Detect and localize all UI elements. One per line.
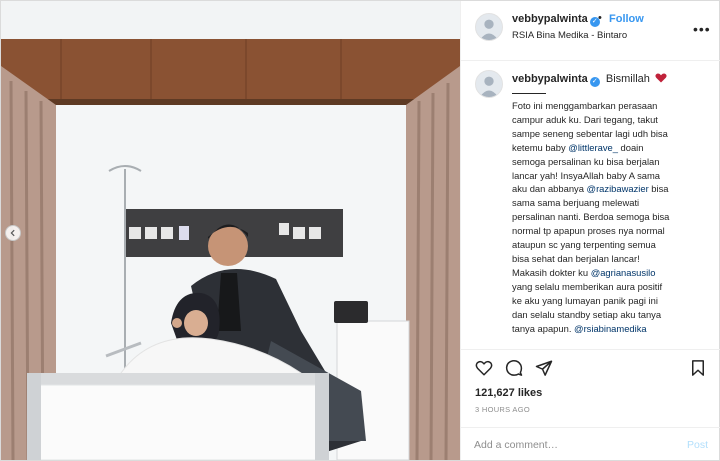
caption-avatar[interactable]	[475, 70, 503, 98]
mention-link[interactable]: @rsiabinamedika	[574, 323, 647, 334]
carousel-previous-button[interactable]	[5, 225, 21, 241]
bookmark-icon	[692, 360, 704, 376]
caption-line: semoga persalinan ku bisa berjalan	[512, 155, 712, 169]
comment-icon	[505, 360, 523, 376]
verified-badge-icon: ✓	[589, 77, 600, 87]
caption-line: lancar yah! InsyaAllah baby A sama	[512, 169, 712, 183]
caption-text-segment: doain	[617, 141, 644, 153]
comment-bar: Post	[461, 427, 720, 460]
avatar[interactable]	[475, 13, 503, 41]
caption-line: normal tp apapun proses nya normal	[512, 224, 712, 238]
more-options-icon[interactable]: •••	[693, 21, 711, 37]
post-timestamp[interactable]: 3 HOURS AGO	[475, 405, 530, 414]
share-icon	[535, 360, 553, 376]
caption-text-segment: normal tp apapun proses nya normal	[512, 225, 665, 237]
caption-text-segment: tanya apapun.	[512, 322, 575, 334]
mention-link[interactable]: @agrianasusilo	[591, 267, 656, 278]
hospital-room-image	[1, 1, 460, 460]
caption-line: tanya apapun. @rsiabinamedika	[512, 322, 712, 336]
caption-section: vebbypalwinta ✓ Bismillah Foto ini mengga…	[461, 62, 720, 350]
post-comment-button[interactable]: Post	[687, 439, 708, 451]
comment-button[interactable]	[505, 359, 523, 377]
save-button[interactable]	[689, 359, 707, 377]
red-heart-emoji-icon	[655, 73, 667, 83]
caption-line: yang selalu memberikan aura positif	[512, 280, 712, 294]
heart-icon	[475, 360, 493, 376]
caption-text-segment: semoga persalinan ku bisa berjalan	[512, 155, 660, 167]
caption-text: Foto ini menggambarkan perasaan campur ad…	[512, 99, 712, 335]
caption-text-segment: Foto ini menggambarkan perasaan	[512, 100, 658, 111]
caption-line: Makasih dokter ku @agrianasusilo	[512, 266, 712, 280]
separator-dot: •	[598, 12, 602, 24]
caption-text-segment: bisa	[648, 183, 669, 195]
caption-text-segment: yang selalu memberikan aura positif	[512, 280, 663, 292]
caption-text-segment: lancar yah! InsyaAllah baby A sama	[512, 169, 661, 181]
caption-first-word: Bismillah	[605, 73, 650, 85]
caption-line: ke aku yang lumayan panik pagi ini	[512, 294, 712, 308]
chevron-left-icon	[10, 229, 15, 237]
post-header: vebbypalwinta ✓ • Follow RSIA Bina Medika…	[461, 1, 720, 61]
avatar-image	[476, 14, 502, 40]
caption-text-segment: Makasih dokter ku	[512, 266, 591, 278]
post-details-panel: vebbypalwinta ✓ • Follow RSIA Bina Medika…	[460, 1, 720, 460]
caption-username[interactable]: vebbypalwinta	[512, 73, 588, 85]
caption-line: Foto ini menggambarkan perasaan	[512, 99, 712, 113]
follow-button[interactable]: Follow	[609, 13, 644, 25]
header-username[interactable]: vebbypalwinta ✓	[512, 13, 600, 27]
caption-text-segment: sama sama berjuang melewati	[512, 197, 640, 209]
caption-line: persalinan nanti. Berdoa semoga bisa	[512, 210, 712, 224]
caption-text-segment: ke aku yang lumayan panik pagi ini	[512, 294, 658, 306]
caption-text-segment: ketemu baby	[512, 141, 569, 153]
caption-text-segment: aku dan abbanya	[512, 183, 587, 195]
caption-line: campur aduk ku. Dari tegang, takut	[512, 113, 712, 127]
caption-text-segment: sampe seneng sebentar lagi udh bisa	[512, 127, 668, 139]
caption-line: dan selalu standby setiap aku tanya	[512, 308, 712, 322]
location-link[interactable]: RSIA Bina Medika - Bintaro	[512, 30, 627, 41]
caption-divider	[512, 93, 546, 94]
mention-link[interactable]: @littlerave_	[568, 142, 618, 153]
action-bar	[461, 351, 720, 381]
comment-input[interactable]	[474, 436, 674, 454]
caption-text-segment: dan selalu standby setiap aku tanya	[512, 308, 662, 320]
mention-link[interactable]: @razibawazier	[587, 183, 649, 194]
caption-line: ketemu baby @littlerave_ doain	[512, 141, 712, 155]
caption-text-segment: bisa sehat dan berjalan lancar!	[512, 252, 640, 264]
caption-line: bisa sehat dan berjalan lancar!	[512, 252, 712, 266]
caption-header: vebbypalwinta ✓ Bismillah	[512, 73, 667, 87]
likes-count[interactable]: 121,627 likes	[475, 387, 542, 399]
caption-line: sama sama berjuang melewati	[512, 196, 712, 210]
share-button[interactable]	[535, 359, 553, 377]
header-username-text[interactable]: vebbypalwinta	[512, 13, 588, 25]
like-button[interactable]	[475, 359, 493, 377]
avatar-image	[476, 71, 502, 97]
caption-text-segment: ataupun sc yang terpenting semua	[512, 239, 656, 251]
caption-text-segment: persalinan nanti. Berdoa semoga bisa	[512, 211, 670, 223]
caption-line: aku dan abbanya @razibawazier bisa	[512, 182, 712, 196]
caption-text-segment: campur aduk ku. Dari tegang, takut	[512, 113, 658, 125]
caption-line: sampe seneng sebentar lagi udh bisa	[512, 127, 712, 141]
caption-line: ataupun sc yang terpenting semua	[512, 238, 712, 252]
post-photo[interactable]	[1, 1, 460, 460]
